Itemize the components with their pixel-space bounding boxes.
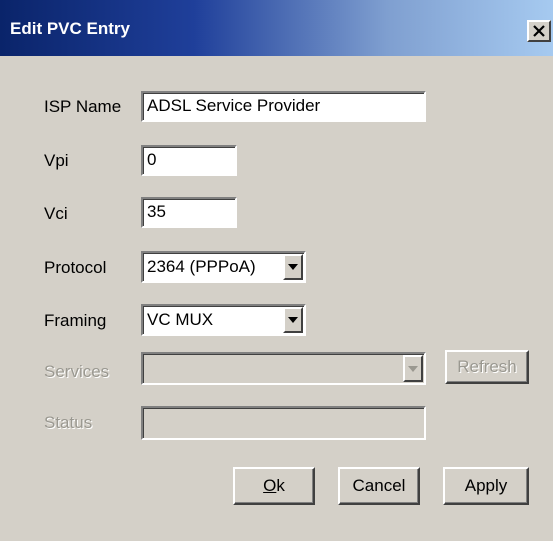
vpi-input[interactable]: 0 [141,145,237,176]
close-button[interactable] [527,20,551,42]
chevron-down-icon [288,317,298,323]
close-icon [533,25,545,37]
edit-pvc-dialog: Edit PVC Entry ISP Name ADSL Service Pro… [0,0,553,541]
protocol-selected-value: 2364 (PPPoA) [147,257,256,276]
ok-button-mnemonic: O [263,476,277,495]
status-field [141,406,426,440]
title-bar[interactable]: Edit PVC Entry [0,0,553,56]
services-label: Services [44,362,110,381]
services-select[interactable] [141,352,426,385]
status-label: Status [44,413,93,432]
vci-input[interactable]: 35 [141,197,237,228]
window-title: Edit PVC Entry [10,19,130,38]
chevron-down-icon [288,264,298,270]
refresh-button[interactable]: Refresh [445,350,529,384]
protocol-dropdown-button[interactable] [283,254,303,280]
chevron-down-icon [408,365,418,372]
ok-button-label: k [276,476,285,495]
vci-label: Vci [44,204,68,223]
ok-button[interactable]: Ok [233,467,315,505]
protocol-select[interactable]: 2364 (PPPoA) [141,251,306,283]
services-dropdown-button[interactable] [403,355,423,382]
protocol-label: Protocol [44,258,107,277]
framing-select[interactable]: VC MUX [141,304,306,336]
isp-name-label: ISP Name [44,97,122,116]
isp-name-input[interactable]: ADSL Service Provider [141,91,426,122]
framing-selected-value: VC MUX [147,310,214,329]
vpi-label: Vpi [44,151,69,170]
cancel-button[interactable]: Cancel [338,467,420,505]
framing-label: Framing [44,311,107,330]
apply-button[interactable]: Apply [443,467,529,505]
framing-dropdown-button[interactable] [283,307,303,333]
